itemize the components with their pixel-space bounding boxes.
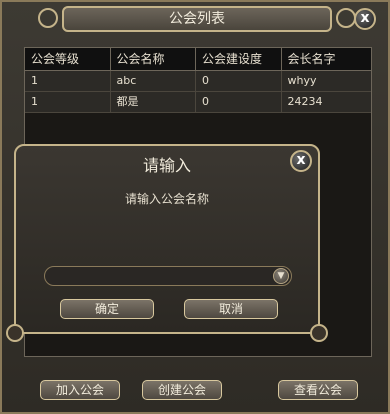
column-header-name[interactable]: 公会名称 (111, 48, 196, 70)
column-header-construction[interactable]: 公会建设度 (196, 48, 282, 70)
cell-level: 1 (25, 92, 111, 112)
dropdown-symbol: ▼ (277, 271, 285, 281)
window-title: 公会列表 (169, 11, 225, 27)
dialog-close-icon[interactable]: x (290, 150, 312, 172)
input-dialog: 请输入 x 请输入公会名称 ▼ 确定 取消 (6, 144, 328, 342)
title-left-ornament (38, 8, 58, 28)
guild-list-window: 公会列表 x 公会等级 公会名称 公会建设度 会长名字 1 abc 0 whyy… (0, 0, 390, 414)
dialog-corner-ornament-left (6, 324, 24, 342)
guild-name-input[interactable]: ▼ (44, 266, 292, 286)
dialog-close-symbol: x (296, 152, 306, 168)
column-header-leader[interactable]: 会长名字 (282, 48, 371, 70)
chevron-down-icon[interactable]: ▼ (273, 268, 289, 284)
title-right-ornament (336, 8, 356, 28)
join-guild-button[interactable]: 加入公会 (40, 380, 120, 400)
cancel-button[interactable]: 取消 (184, 299, 278, 319)
cell-name: abc (110, 71, 196, 91)
cell-leader: 24234 (281, 92, 371, 112)
cell-name: 都是 (110, 92, 196, 112)
window-title-bar: 公会列表 (62, 6, 332, 32)
close-icon[interactable]: x (354, 8, 376, 30)
cell-leader: whyy (281, 71, 371, 91)
cell-construction: 0 (196, 71, 282, 91)
confirm-button[interactable]: 确定 (60, 299, 154, 319)
table-header: 公会等级 公会名称 公会建设度 会长名字 (25, 48, 371, 71)
dialog-corner-ornament-right (310, 324, 328, 342)
create-guild-button[interactable]: 创建公会 (142, 380, 222, 400)
dialog-title: 请输入 (142, 156, 191, 175)
view-guild-button[interactable]: 查看公会 (278, 380, 358, 400)
cell-construction: 0 (196, 92, 282, 112)
cell-level: 1 (25, 71, 111, 91)
close-symbol: x (360, 10, 370, 26)
table-row[interactable]: 1 abc 0 whyy (25, 71, 371, 92)
column-header-level[interactable]: 公会等级 (25, 48, 111, 70)
dialog-message: 请输入公会名称 (124, 192, 209, 206)
table-row[interactable]: 1 都是 0 24234 (25, 92, 371, 113)
